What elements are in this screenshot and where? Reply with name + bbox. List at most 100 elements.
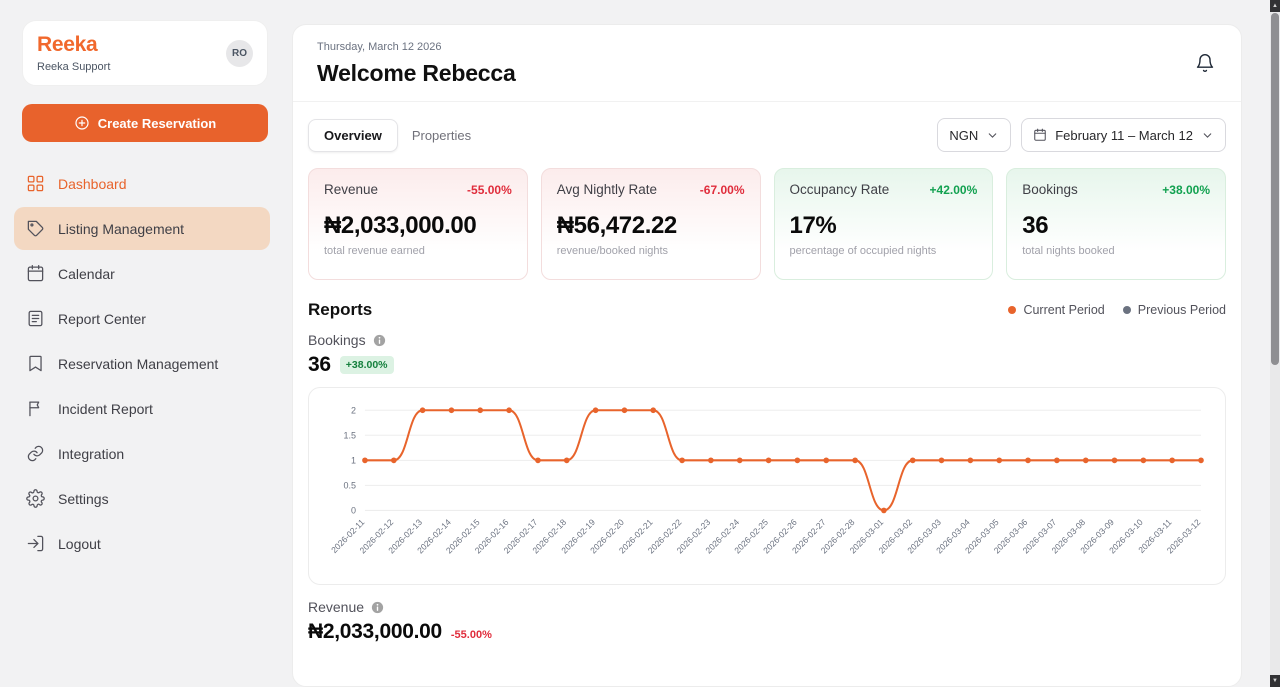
sidebar-item-logout[interactable]: Logout [14,522,270,565]
svg-text:0.5: 0.5 [343,480,355,490]
revenue-value: ₦2,033,000.00 [308,620,442,644]
tab-properties[interactable]: Properties [412,128,471,143]
stat-card-avg-nightly-rate: Avg Nightly Rate -67.00% ₦56,472.22 reven… [541,168,761,280]
scrollbar[interactable]: ▲ ▼ [1270,0,1280,687]
bookmark-icon [26,354,45,373]
logo-card: Reeka Reeka Support RO [22,20,268,86]
create-reservation-button[interactable]: Create Reservation [22,104,268,142]
stat-change: -55.00% [467,183,512,197]
sidebar-item-label: Reservation Management [58,356,218,372]
scroll-down-button[interactable]: ▼ [1270,675,1280,687]
info-icon[interactable] [372,333,387,348]
sidebar-item-label: Listing Management [58,221,184,237]
revenue-label: Revenue [308,599,364,615]
sidebar-item-dashboard[interactable]: Dashboard [14,162,270,205]
stat-title: Avg Nightly Rate [557,182,657,197]
stat-subtitle: total revenue earned [324,245,512,257]
svg-text:2: 2 [351,405,356,415]
bookings-chart-card: 00.511.522026-02-112026-02-122026-02-132… [308,387,1226,585]
stat-value: 36 [1022,212,1210,240]
sidebar-item-label: Dashboard [58,176,127,192]
stat-value: ₦2,033,000.00 [324,212,512,240]
sidebar-nav: Dashboard Listing Management Calendar Re… [0,162,280,565]
sidebar-item-report-center[interactable]: Report Center [14,297,270,340]
sidebar-item-label: Logout [58,536,101,552]
stat-title: Bookings [1022,182,1078,197]
dashboard-content: Overview Properties NGN February 11 – Ma… [293,102,1241,644]
page-title: Welcome Rebecca [317,60,1217,87]
stat-change: +42.00% [930,183,978,197]
legend-current-period: Current Period [1008,303,1104,317]
report-icon [26,309,45,328]
tag-icon [26,219,45,238]
plus-circle-icon [74,115,90,131]
reports-header: Reports Current Period Previous Period [308,300,1226,320]
sidebar-item-label: Report Center [58,311,146,327]
stat-value: 17% [790,212,978,240]
svg-text:0: 0 [351,505,356,515]
support-label: Reeka Support [37,61,110,73]
sidebar: Reeka Reeka Support RO Create Reservatio… [0,0,280,687]
brand-block: Reeka Reeka Support [37,33,110,73]
stat-title: Revenue [324,182,378,197]
revenue-change: -55.00% [451,629,492,641]
sidebar-item-label: Integration [58,446,124,462]
main-header: Thursday, March 12 2026 Welcome Rebecca [293,25,1241,102]
info-icon[interactable] [370,600,385,615]
previous-period-dot [1123,306,1131,314]
tab-overview[interactable]: Overview [308,119,398,152]
stat-title: Occupancy Rate [790,182,890,197]
chart-legend: Current Period Previous Period [1008,303,1226,317]
date-range-value: February 11 – March 12 [1055,128,1193,143]
notification-bell-icon[interactable] [1195,53,1215,73]
stat-card-bookings: Bookings +38.00% 36 total nights booked [1006,168,1226,280]
sidebar-item-calendar[interactable]: Calendar [14,252,270,295]
bookings-label: Bookings [308,332,366,348]
stat-subtitle: revenue/booked nights [557,245,745,257]
sidebar-item-listing-management[interactable]: Listing Management [14,207,270,250]
view-tabs: Overview Properties [308,119,471,152]
flag-icon [26,399,45,418]
legend-previous-period: Previous Period [1123,303,1226,317]
current-period-dot [1008,306,1016,314]
scrollbar-thumb[interactable] [1271,13,1279,365]
stat-card-occupancy-rate: Occupancy Rate+42.00% 17% percentage of … [774,168,994,280]
logout-icon [26,534,45,553]
sidebar-item-label: Calendar [58,266,115,282]
stat-change: -67.00% [700,183,745,197]
sidebar-item-reservation-management[interactable]: Reservation Management [14,342,270,385]
legend-label: Previous Period [1138,303,1226,317]
stats-row: Revenue -55.00% ₦2,033,000.00 total reven… [308,168,1226,280]
bookings-change-badge: +38.00% [340,356,394,374]
scroll-up-button[interactable]: ▲ [1270,0,1280,12]
legend-label: Current Period [1023,303,1104,317]
revenue-metric: Revenue ₦2,033,000.00 -55.00% [308,599,1226,644]
sidebar-item-label: Incident Report [58,401,153,417]
avatar[interactable]: RO [226,40,253,67]
stat-card-revenue: Revenue -55.00% ₦2,033,000.00 total reven… [308,168,528,280]
stat-change: +38.00% [1162,183,1210,197]
stat-value: ₦56,472.22 [557,212,745,240]
controls-row: Overview Properties NGN February 11 – Ma… [308,118,1226,152]
sidebar-item-incident-report[interactable]: Incident Report [14,387,270,430]
bookings-chart: 00.511.522026-02-112026-02-122026-02-132… [319,400,1215,582]
chevron-down-icon [986,129,999,142]
svg-text:1: 1 [351,455,356,465]
currency-value: NGN [949,128,978,143]
current-date: Thursday, March 12 2026 [317,41,1217,53]
stat-subtitle: total nights booked [1022,245,1210,257]
sidebar-item-settings[interactable]: Settings [14,477,270,520]
reeka-logo: Reeka [37,33,110,57]
bookings-metric: Bookings 36 +38.00% [308,332,1226,377]
calendar-icon [26,264,45,283]
chevron-down-icon [1201,129,1214,142]
create-reservation-label: Create Reservation [98,116,217,131]
reports-title: Reports [308,300,372,320]
date-range-picker[interactable]: February 11 – March 12 [1021,118,1226,152]
filters: NGN February 11 – March 12 [937,118,1226,152]
currency-select[interactable]: NGN [937,118,1011,152]
sidebar-item-integration[interactable]: Integration [14,432,270,475]
dashboard-icon [26,174,45,193]
gear-icon [26,489,45,508]
sidebar-item-label: Settings [58,491,109,507]
